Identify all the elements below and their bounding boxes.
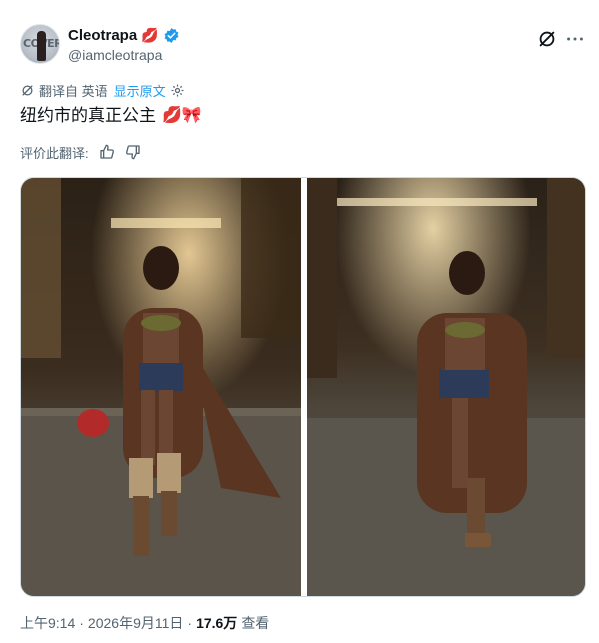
handle[interactable]: @iamcleotrapa (68, 47, 162, 63)
avatar[interactable]: COVER (20, 24, 60, 64)
meta-separator: · (79, 615, 84, 631)
tweet-body: 纽约市的真正公主 (20, 106, 156, 125)
tweet-meta: 上午9:14 · 2026年9月11日 · 17.6万 查看 (20, 613, 269, 633)
translation-label: 翻译自 英语 (39, 83, 108, 99)
tweet-header: COVER Cleotrapa 💋 @iamcleotrapa (20, 22, 586, 66)
verified-badge-icon[interactable] (163, 27, 180, 44)
tweet-text: 纽约市的真正公主 💋🎀 (20, 104, 202, 128)
translate-icon (20, 83, 35, 98)
rate-label: 评价此翻译: (20, 145, 89, 161)
display-name[interactable]: Cleotrapa (68, 27, 137, 44)
more-icon[interactable] (564, 28, 586, 50)
tweet-date[interactable]: 2026年9月11日 (88, 613, 183, 633)
translation-row: 翻译自 英语 显示原文 (20, 81, 185, 99)
thumbs-up-icon[interactable] (99, 144, 115, 160)
show-original-link[interactable]: 显示原文 (114, 81, 166, 100)
photo-2[interactable] (307, 178, 585, 596)
meta-separator-2: · (187, 615, 193, 631)
rate-translation-row: 评价此翻译: (20, 143, 141, 161)
name-emoji: 💋 (141, 27, 159, 43)
tweet-emojis: 💋🎀 (162, 107, 202, 124)
views-count: 17.6万 (196, 615, 238, 631)
avatar-figure (37, 31, 46, 61)
grok-icon[interactable] (536, 28, 558, 50)
name-row: Cleotrapa 💋 (68, 25, 180, 45)
photo-1[interactable] (21, 178, 301, 596)
views-label: 查看 (241, 615, 270, 631)
gear-icon[interactable] (170, 83, 185, 98)
media-grid (20, 177, 586, 597)
tweet-time[interactable]: 上午9:14 (20, 613, 75, 633)
thumbs-down-icon[interactable] (125, 144, 141, 160)
